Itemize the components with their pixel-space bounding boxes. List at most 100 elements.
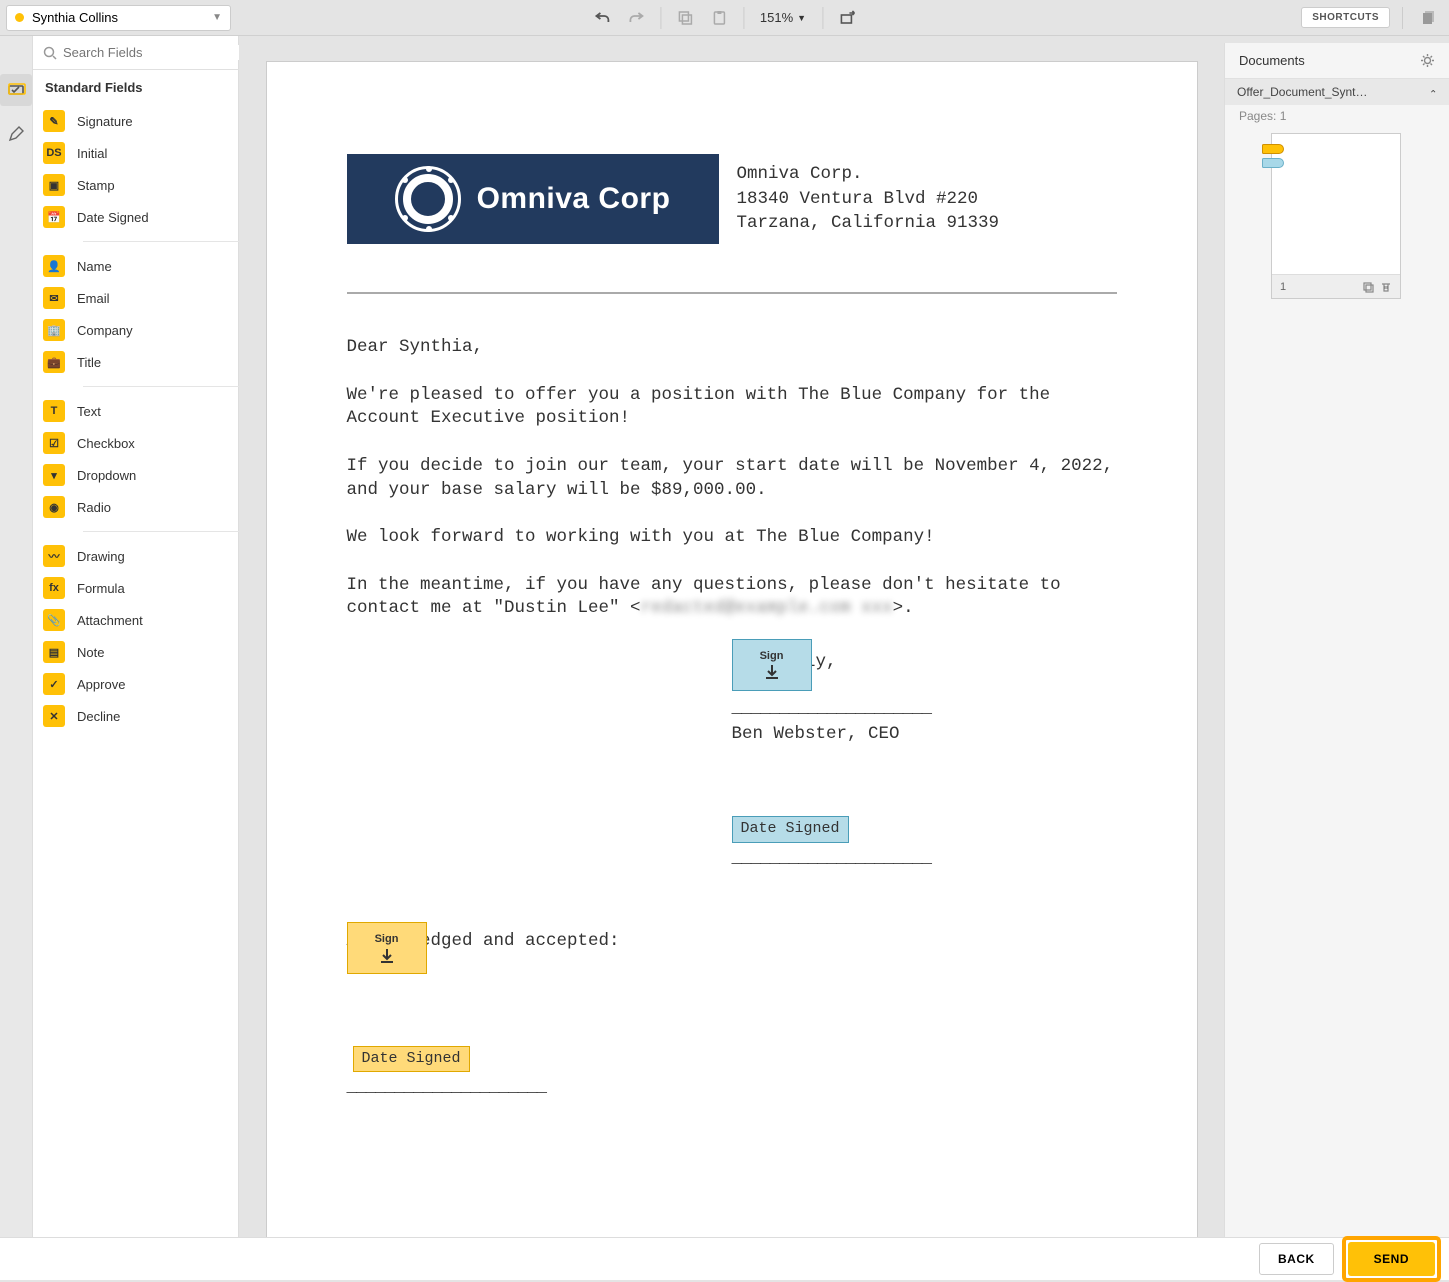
- email-icon: ✉: [43, 287, 65, 309]
- field-item-initial[interactable]: DS Initial: [43, 137, 251, 169]
- field-item-decline[interactable]: ✕Decline: [43, 700, 251, 732]
- left-sidebar: ✕ Standard Fields ✎SignatureDSInitial▣St…: [0, 36, 239, 1237]
- initial-icon: DS: [43, 142, 65, 164]
- radio-icon: ◉: [43, 496, 65, 518]
- undo-icon[interactable]: [588, 4, 616, 32]
- signature-line: _____________________: [732, 697, 1117, 721]
- title-icon: 💼: [43, 351, 65, 373]
- toolbar-separator: [660, 7, 661, 29]
- drawing-icon: 〰: [43, 545, 65, 567]
- approve-icon: ✓: [43, 673, 65, 695]
- date-line-recipient: _____________________: [347, 1076, 1117, 1100]
- field-item-approve[interactable]: ✓Approve: [43, 668, 251, 700]
- right-panel: Documents Offer_Document_Synt… ⌄ Pages: …: [1224, 43, 1449, 1237]
- signature-block-sender: Sincerely, Sign _____________________ Be…: [732, 651, 1117, 870]
- date-signed-field-sender[interactable]: Date Signed: [732, 816, 849, 842]
- toolbar-center: 151% ▼: [588, 0, 861, 36]
- date-line: _____________________: [732, 847, 1117, 871]
- field-item-signature[interactable]: ✎Signature: [43, 105, 251, 137]
- field-label: Formula: [77, 581, 125, 596]
- folder-icon: [8, 81, 26, 95]
- rail-edit-icon[interactable]: [0, 118, 32, 150]
- top-toolbar: Synthia Collins ▼ 151% ▼ SHORTCUTS: [0, 0, 1449, 36]
- gear-icon[interactable]: [1420, 53, 1435, 68]
- recipient-dropdown[interactable]: Synthia Collins ▼: [6, 5, 231, 31]
- back-button[interactable]: BACK: [1259, 1243, 1334, 1275]
- field-item-name[interactable]: 👤Name: [43, 250, 251, 282]
- search-fields-input[interactable]: [57, 45, 239, 60]
- redacted-email: redacted@example.com xxx: [641, 598, 893, 618]
- page-thumbnail[interactable]: 1: [1271, 133, 1401, 299]
- field-group-divider: [83, 241, 251, 242]
- toolbar-separator: [822, 7, 823, 29]
- field-item-radio[interactable]: ◉Radio: [43, 491, 251, 523]
- sign-label: Sign: [375, 932, 399, 947]
- document-canvas[interactable]: Omniva Corp Omniva Corp. 18340 Ventura B…: [239, 43, 1224, 1237]
- paste-icon[interactable]: [705, 4, 733, 32]
- field-label: Title: [77, 355, 101, 370]
- field-item-company[interactable]: 🏢Company: [43, 314, 251, 346]
- decline-icon: ✕: [43, 705, 65, 727]
- chevron-down-icon: ▼: [797, 13, 806, 23]
- send-button[interactable]: SEND: [1348, 1242, 1435, 1276]
- rotate-icon[interactable]: [833, 4, 861, 32]
- field-label: Drawing: [77, 549, 125, 564]
- copy-icon[interactable]: [671, 4, 699, 32]
- field-item-text[interactable]: TText: [43, 395, 251, 427]
- document-item[interactable]: Offer_Document_Synt… ⌄: [1225, 79, 1449, 105]
- field-item-formula[interactable]: fx Formula: [43, 572, 251, 604]
- duplicate-page-icon[interactable]: [1362, 281, 1374, 293]
- field-item-checkbox[interactable]: ☑Checkbox: [43, 427, 251, 459]
- checkbox-icon: ☑: [43, 432, 65, 454]
- sidebar-rail: [0, 36, 33, 1237]
- signature-field-recipient[interactable]: Sign: [347, 922, 427, 974]
- delete-page-icon[interactable]: [1380, 281, 1392, 293]
- field-label: Note: [77, 645, 104, 660]
- dropdown-icon: ▾: [43, 464, 65, 486]
- documents-stack-icon[interactable]: [1415, 9, 1443, 27]
- toolbar-separator: [1402, 7, 1403, 29]
- toolbar-separator: [743, 7, 744, 29]
- text-icon: T: [43, 400, 65, 422]
- search-fields-box: ✕: [33, 36, 261, 70]
- fields-section-header: Standard Fields: [33, 70, 261, 105]
- field-item-attachment[interactable]: 📎 Attachment: [43, 604, 251, 636]
- field-item-date-signed[interactable]: 📅Date Signed: [43, 201, 251, 233]
- sign-label: Sign: [760, 649, 784, 664]
- letter-body: Dear Synthia, We're pleased to offer you…: [347, 336, 1117, 1100]
- letterhead: Omniva Corp Omniva Corp. 18340 Ventura B…: [347, 154, 1117, 244]
- signature-icon: ✎: [43, 110, 65, 132]
- paragraph-2: If you decide to join our team, your sta…: [347, 455, 1117, 502]
- note-icon: ▤: [43, 641, 65, 663]
- date-signed-field-recipient[interactable]: Date Signed: [353, 1046, 470, 1072]
- field-group-divider: [83, 531, 251, 532]
- shortcuts-button[interactable]: SHORTCUTS: [1301, 7, 1390, 28]
- field-label: Attachment: [77, 613, 143, 628]
- logo-ring-icon: [395, 166, 461, 232]
- documents-header: Documents: [1225, 43, 1449, 79]
- attachment-icon: 📎: [43, 609, 65, 631]
- logo-text: Omniva Corp: [477, 182, 671, 216]
- field-item-stamp[interactable]: ▣Stamp: [43, 169, 251, 201]
- field-item-email[interactable]: ✉Email: [43, 282, 251, 314]
- toolbar-right: SHORTCUTS: [1301, 7, 1443, 29]
- recipient-name: Synthia Collins: [32, 10, 118, 25]
- signer-name: Ben Webster, CEO: [732, 723, 1117, 747]
- formula-icon: fx: [43, 577, 65, 599]
- thumbnail-field-markers: [1262, 144, 1284, 168]
- fields-panel: ✕ Standard Fields ✎Signature DS Initial ▣St…: [33, 36, 261, 1237]
- send-highlight: SEND: [1342, 1236, 1441, 1282]
- signature-field-sender[interactable]: Sign: [732, 639, 812, 691]
- field-item-note[interactable]: ▤ Note: [43, 636, 251, 668]
- company-icon: 🏢: [43, 319, 65, 341]
- field-item-drawing[interactable]: 〰 Drawing: [43, 540, 251, 572]
- thumbnail-wrap: 1: [1225, 127, 1449, 305]
- chevron-down-icon: ▼: [212, 12, 222, 23]
- field-item-title[interactable]: 💼 Title: [43, 346, 251, 378]
- document-name: Offer_Document_Synt…: [1237, 85, 1368, 99]
- field-label: Initial: [77, 146, 107, 161]
- page-number: 1: [1280, 281, 1286, 293]
- field-item-dropdown[interactable]: ▾Dropdown: [43, 459, 251, 491]
- redo-icon[interactable]: [622, 4, 650, 32]
- zoom-dropdown[interactable]: 151% ▼: [754, 10, 812, 25]
